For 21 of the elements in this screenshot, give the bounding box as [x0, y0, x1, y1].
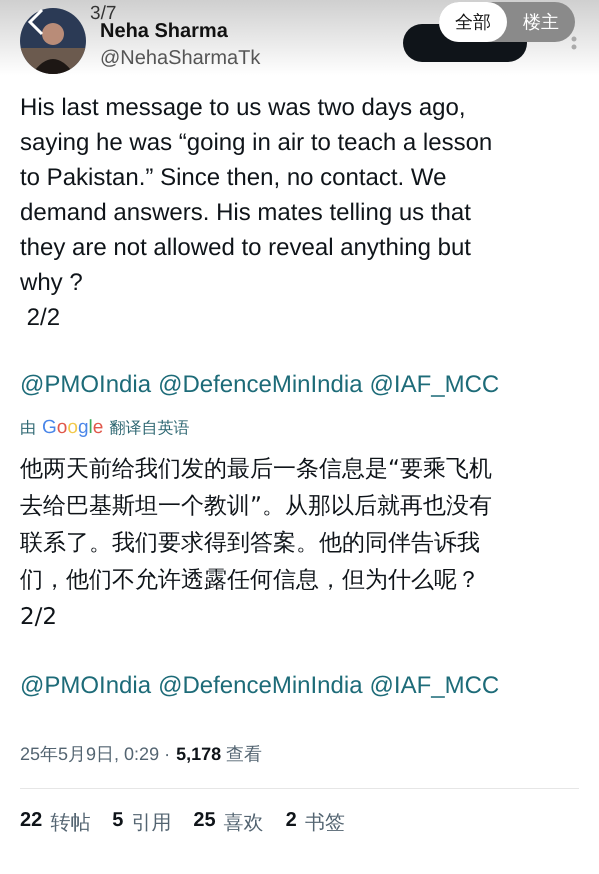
- mention-link[interactable]: @PMOIndia: [20, 672, 152, 700]
- post-text: His last message to us was two days ago, saying he was “going in air to teach a lesson to Pakistan.” Since then, no contact. We demand answers. His mates telling us that they are not allowed to reveal anything but why ? 2/2: [20, 93, 494, 333]
- author-handle: @NehaSharmaTk: [100, 47, 260, 70]
- google-logo: Google: [42, 417, 104, 439]
- filter-tab[interactable]: 全部: [439, 2, 507, 42]
- mention-link[interactable]: @IAF_MCC: [370, 371, 500, 399]
- mention-link[interactable]: @DefenceMinIndia: [158, 672, 363, 700]
- back-icon[interactable]: [26, 8, 46, 36]
- translation-prefix: 由: [20, 418, 36, 438]
- engagement-stat[interactable]: 2 书签: [286, 809, 345, 836]
- translated-text: 他两天前给我们发的最后一条信息是“要乘飞机去给巴基斯坦一个教训”。从那以后就再也没有联系了。我们要求得到答案。他的同伴告诉我们，他们不允许透露任何信息，但为什么呢？ 2/2: [20, 455, 492, 632]
- mention-link[interactable]: @IAF_MCC: [370, 672, 500, 700]
- engagement-stat[interactable]: 25 喜欢: [193, 809, 264, 836]
- mention-link[interactable]: @DefenceMinIndia: [158, 371, 363, 399]
- timestamp: 25年5月9日, 0:29 ·: [20, 743, 170, 766]
- translation-label[interactable]: 翻译自英语: [109, 418, 190, 438]
- filter-tab[interactable]: 楼主: [507, 2, 575, 42]
- view-count: 5,178 查看: [176, 743, 262, 766]
- engagement-stat[interactable]: 5 引用: [112, 809, 172, 836]
- engagement-stat[interactable]: 22 转帖: [20, 809, 90, 836]
- mention-link[interactable]: @PMOIndia: [20, 371, 152, 399]
